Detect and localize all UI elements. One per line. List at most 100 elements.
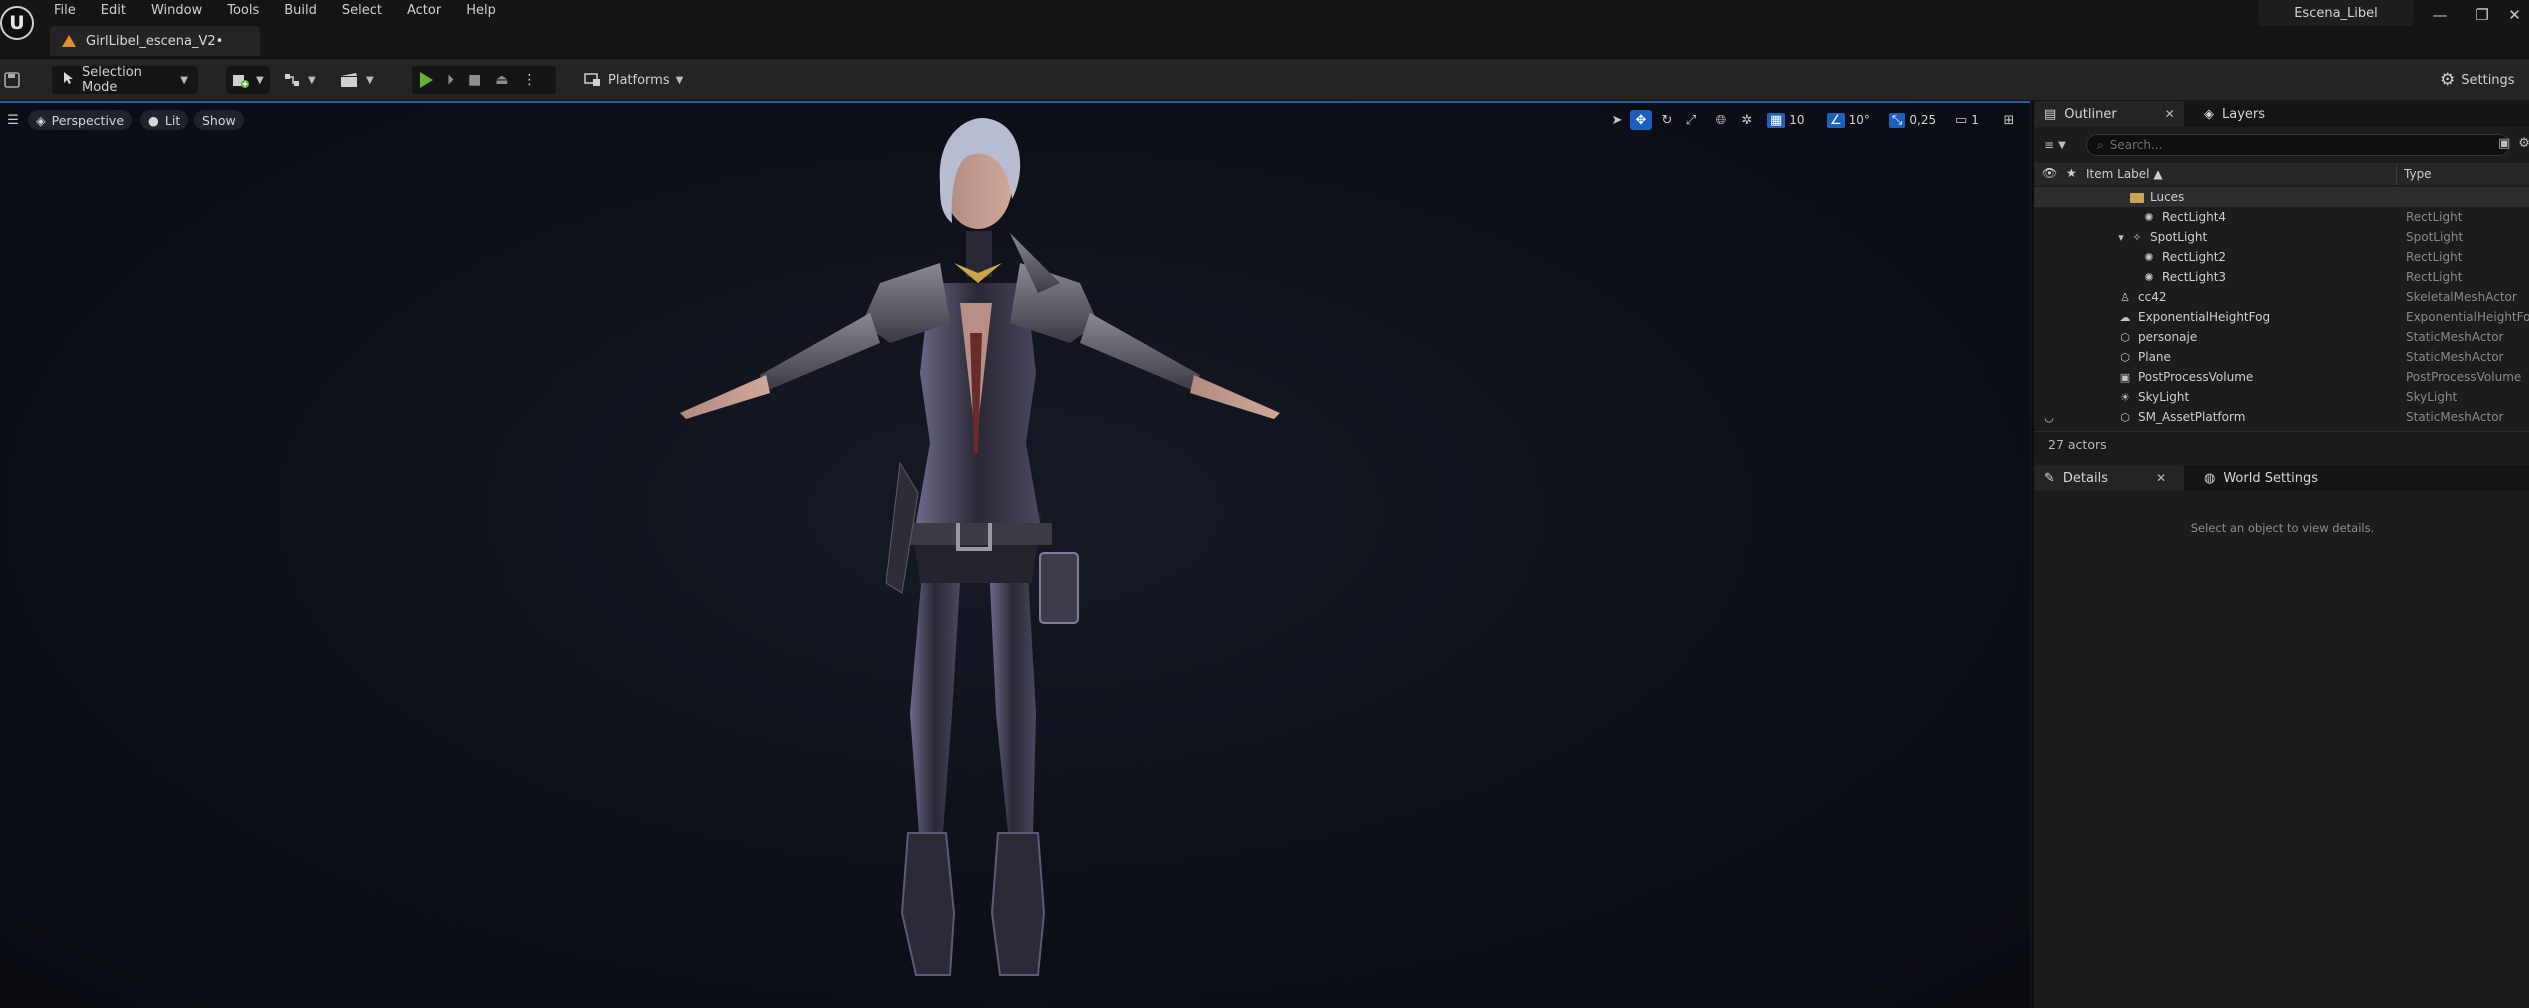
platforms-dropdown[interactable]: Platforms ▼ [584,66,683,94]
outliner-row-type: SkeletalMeshActor [2406,290,2517,304]
close-icon[interactable]: ✕ [2156,471,2166,485]
settings-button[interactable]: ⚙ Settings [2440,66,2515,94]
level-document-tab[interactable]: GirlLibel_escena_V2• [50,26,260,56]
star-icon[interactable]: ★ [2066,166,2077,180]
menu-build[interactable]: Build [284,0,328,22]
camera-icon: ▭ [1955,112,1968,128]
world-local-icon[interactable]: 🌐︎ [1710,110,1732,130]
cinematics-button[interactable]: ▼ [340,66,374,94]
outliner-row-label: RectLight3 [2162,270,2227,284]
outliner-row-label: PostProcessVolume [2138,370,2254,384]
outliner-row[interactable]: ✺ RectLight2 RectLight [2034,247,2529,267]
rotation-snap-button[interactable]: ∠ 10° [1824,110,1873,130]
item-label-column[interactable]: Item Label ▲ [2086,167,2163,181]
menu-window[interactable]: Window [151,0,213,22]
outliner-row[interactable]: ☀ SkyLight SkyLight [2034,387,2529,407]
filter-button[interactable]: ≡ ▼ [2044,134,2080,156]
menu-edit[interactable]: Edit [101,0,137,22]
title-bar: U File Edit Window Tools Build Select Ac… [0,0,2529,58]
main-toolbar: Selection Mode ▼ ▼ ▼ ▼ ⏵ ■ ⏏ ⋮ Platforms… [0,58,2529,100]
folder-icon [2130,190,2144,204]
outliner-row-label: SkyLight [2138,390,2190,404]
outliner-row[interactable]: Luces [2034,187,2529,207]
rotate-tool-icon[interactable]: ↻ [1656,110,1678,130]
eject-icon[interactable]: ⏏ [495,72,508,88]
menu-actor[interactable]: Actor [407,0,452,22]
type-column[interactable]: Type [2404,167,2432,181]
surface-snap-icon[interactable]: ✲ [1736,110,1758,130]
restore-icon[interactable]: ❐ [2462,0,2502,30]
close-icon[interactable]: ✕ [2165,107,2175,121]
show-button[interactable]: Show [194,110,244,130]
selection-mode-dropdown[interactable]: Selection Mode ▼ [52,65,198,95]
character-model[interactable] [640,113,1320,993]
tab-world-settings[interactable]: ◍ World Settings [2194,465,2328,491]
close-window-button[interactable]: ✕ [2500,0,2529,30]
add-folder-icon[interactable]: ▣ [2498,136,2510,156]
lit-label: Lit [164,112,181,128]
outliner-row[interactable]: ✺ RectLight3 RectLight [2034,267,2529,287]
menu-tools[interactable]: Tools [227,0,270,22]
perspective-label: Perspective [51,112,125,128]
unreal-logo-icon[interactable]: U [0,6,34,40]
step-forward-icon[interactable]: ⏵ [447,72,454,88]
more-options-icon[interactable]: ⋮ [522,72,536,88]
minimize-button[interactable]: — [2420,0,2460,30]
level-icon [62,35,76,47]
outliner-row-label: SpotLight [2150,230,2208,244]
level-tab-label: GirlLibel_escena_V2• [86,33,224,49]
save-icon[interactable] [4,66,20,94]
scale-tool-icon[interactable]: ⤢ [1680,110,1702,130]
grid-snap-icon: ▦ [1767,112,1786,128]
stop-icon[interactable]: ■ [468,72,481,88]
add-actor-button[interactable]: ▼ [226,66,270,94]
tab-outliner[interactable]: ▤ Outliner ✕ [2034,101,2184,127]
tab-layers[interactable]: ◈ Layers [2194,101,2275,127]
lit-button[interactable]: ● Lit [140,110,189,130]
gear-icon: ⚙ [2440,70,2456,90]
menu-help[interactable]: Help [466,0,507,22]
menu-file[interactable]: File [54,0,87,22]
fog-icon: ☁ [2119,310,2131,324]
translate-tool-icon[interactable]: ✥ [1630,110,1652,130]
selection-mode-label: Selection Mode [82,65,142,95]
outliner-row[interactable]: ☁ ExponentialHeightFog ExponentialHeightFo… [2034,307,2529,327]
outliner-row-type: StaticMeshActor [2406,330,2504,344]
column-divider[interactable] [2396,163,2397,185]
search-placeholder: Search... [2109,138,2163,152]
perspective-button[interactable]: ◈ Perspective [28,110,133,130]
outliner-row[interactable]: ♙ cc42 SkeletalMeshActor [2034,287,2529,307]
outliner-row-label: Luces [2150,190,2185,204]
outliner-row[interactable]: ✺ RectLight4 RectLight [2034,207,2529,227]
outliner-search-input[interactable]: ⌕ Search... [2086,134,2510,156]
tab-details[interactable]: ✎ Details ✕ [2034,465,2184,491]
rect-light-icon: ✺ [2144,210,2154,224]
outliner-row-type: SkyLight [2406,390,2458,404]
search-icon: ⌕ [2097,137,2104,152]
grid-snap-button[interactable]: ▦ 10 [1764,110,1808,130]
level-viewport[interactable]: ☰ ◈ Perspective ● Lit Show ➤ ✥ ↻ ⤢ 🌐︎ ✲ … [0,101,2030,1008]
hamburger-menu-icon[interactable]: ☰ [2,110,24,130]
select-tool-icon[interactable]: ➤ [1606,110,1628,130]
outliner-row[interactable]: ▾ ✧ SpotLight SpotLight [2034,227,2529,247]
outliner-row[interactable]: ⬡ personaje StaticMeshActor [2034,327,2529,347]
outliner-row-label: ExponentialHeightFog [2138,310,2271,324]
visibility-toggle-icon[interactable]: ◡ [2042,410,2056,424]
outliner-row[interactable]: ◡ ⬡ SM_AssetPlatform StaticMeshActor [2034,407,2529,427]
spot-light-icon: ✧ [2132,230,2142,244]
blueprints-button[interactable]: ▼ [284,66,316,94]
camera-speed-button[interactable]: ▭ 1 [1952,110,1982,130]
viewport-layout-icon[interactable]: ⊞ [1998,110,2020,130]
outliner-row[interactable]: ▣ PostProcessVolume PostProcessVolume [2034,367,2529,387]
rect-light-icon: ✺ [2144,270,2154,284]
expand-arrow-icon[interactable]: ▾ [2114,230,2128,244]
menu-select[interactable]: Select [342,0,393,22]
scale-snap-button[interactable]: ⤡ 0,25 [1886,110,1939,130]
filter-icon: ≡ [2044,138,2055,152]
gear-icon[interactable]: ⚙ [2518,136,2529,156]
visibility-icon[interactable]: 👁︎ [2042,166,2057,180]
outliner-row-type: StaticMeshActor [2406,410,2504,424]
outliner-row[interactable]: ⬡ Plane StaticMeshActor [2034,347,2529,367]
play-icon[interactable] [420,72,433,88]
layers-tab-label: Layers [2222,106,2266,122]
